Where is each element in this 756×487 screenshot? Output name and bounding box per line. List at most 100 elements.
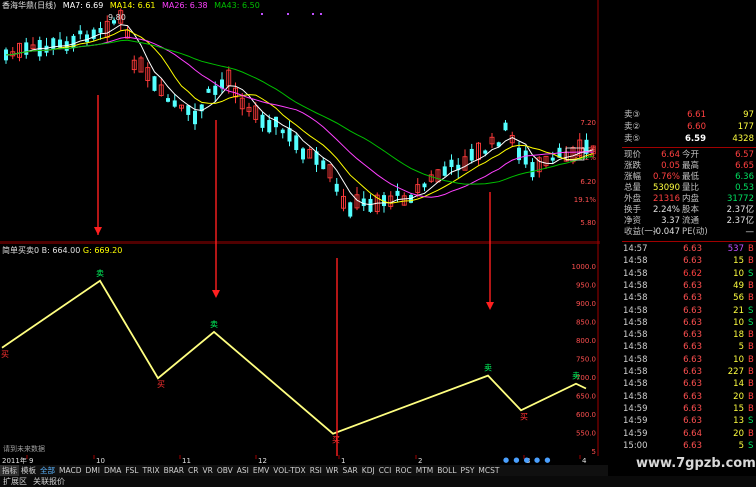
- indicator-tab[interactable]: VOL-TDX: [271, 465, 307, 476]
- indicator-tab[interactable]: ROC: [393, 465, 413, 476]
- trade-direction: B: [748, 280, 754, 291]
- trade-tick-row: 14:58 6.63 15 B: [622, 255, 756, 267]
- indicator-title-bar: 简单买卖0 B: 664.00 G: 669.20: [2, 245, 122, 256]
- candle-body: [280, 129, 285, 134]
- stat-value: 3.37: [661, 216, 680, 226]
- indicator-tab[interactable]: PSY: [459, 465, 477, 476]
- indicator-axis-label: 950.0: [576, 282, 596, 290]
- trade-volume: 14: [733, 379, 744, 390]
- stat-label: 涨跌: [624, 161, 642, 171]
- indicator-tab[interactable]: KDJ: [360, 465, 377, 476]
- trade-direction: B: [748, 330, 754, 341]
- indicator-tab[interactable]: TRIX: [140, 465, 161, 476]
- ma7-line: [5, 24, 594, 206]
- trade-direction: B: [748, 256, 754, 267]
- trade-time: 14:58: [623, 268, 648, 279]
- event-marker: [261, 13, 263, 15]
- order-book-row[interactable]: 卖② 6.60 177: [622, 122, 756, 133]
- candle-body: [172, 100, 177, 107]
- trade-tick-row: 14:58 6.63 10 B: [622, 354, 756, 366]
- order-level-label: 卖⑤: [624, 134, 641, 144]
- order-book-row[interactable]: 卖⑤ 6.59 4328: [622, 134, 756, 145]
- indicator-tab[interactable]: FSL: [123, 465, 140, 476]
- indicator-tab-bar: 指标 模板 全部 MACD DMI DMA FSL TRIX BRAR CR VR OBV ASI EMV…: [0, 465, 608, 476]
- indicator-tab[interactable]: BOLL: [435, 465, 458, 476]
- date-axis-label: 10: [96, 457, 105, 465]
- stat-label: 今开: [682, 150, 700, 160]
- stat-label: PE(动): [682, 227, 708, 237]
- stat-value: 6.36: [735, 172, 754, 182]
- stat-value: 53090: [652, 183, 680, 193]
- trade-price: 6.63: [683, 317, 702, 328]
- candle-body: [85, 34, 89, 42]
- ma26-value: MA26: 6.38: [162, 1, 208, 10]
- indicator-tab[interactable]: MACD: [57, 465, 83, 476]
- trade-volume: 10: [733, 354, 744, 365]
- indicator-tab[interactable]: CR: [186, 465, 200, 476]
- trade-time: 14:58: [623, 391, 648, 402]
- indicator-axis-label: 900.0: [576, 300, 596, 308]
- indicator-tab[interactable]: ASI: [235, 465, 251, 476]
- candle-body: [348, 202, 353, 217]
- stat-label: 现价: [624, 150, 642, 160]
- quote-panel: 卖③ 6.61 97 卖② 6.60 177 卖⑤ 6.59 4328 现价 6.64 今开 6.57 涨…: [622, 110, 756, 465]
- quote-stat-row: 涨幅 0.76% 最低 6.36: [622, 172, 756, 183]
- quote-stat-row: 总量 53090 量比 0.53: [622, 183, 756, 194]
- stat-value: 6.57: [735, 150, 754, 160]
- candle-body: [483, 150, 488, 154]
- indicator-tab[interactable]: 指标: [0, 465, 19, 476]
- trade-tick-row: 14:58 6.63 49 B: [622, 280, 756, 292]
- trade-volume: 10: [733, 268, 744, 279]
- indicator-chart[interactable]: 1000.0950.0900.0850.0800.0750.0700.0650.…: [0, 243, 600, 456]
- indicator-tab[interactable]: MCST: [476, 465, 501, 476]
- candlestick-chart[interactable]: 7.206.5938.2%6.2019.1%5.80: [0, 0, 600, 243]
- panel-separator: [622, 241, 756, 242]
- panel-separator: [622, 147, 756, 148]
- indicator-tab[interactable]: SAR: [341, 465, 360, 476]
- bottom-tab[interactable]: 扩展区: [0, 476, 30, 487]
- trade-tick-row: 14:59 6.63 15 B: [622, 403, 756, 415]
- candle-body: [368, 198, 373, 212]
- candle-body: [321, 160, 326, 170]
- indicator-tab[interactable]: DMA: [102, 465, 123, 476]
- signal-arrow-head: [94, 227, 102, 235]
- trade-direction: B: [748, 428, 754, 439]
- order-volume: 97: [743, 110, 754, 120]
- order-book-row[interactable]: 卖③ 6.61 97: [622, 110, 756, 121]
- ma26-line: [5, 36, 594, 198]
- trade-volume: 227: [727, 367, 744, 377]
- quote-stat-row: 净资 3.37 流通 2.37亿: [622, 216, 756, 227]
- trade-direction: B: [748, 293, 754, 304]
- indicator-tab[interactable]: 全部: [38, 465, 57, 476]
- candle-body: [523, 150, 528, 165]
- stat-value: 6.65: [735, 161, 754, 171]
- indicator-tab[interactable]: 模板: [19, 465, 38, 476]
- indicator-tab[interactable]: VR: [200, 465, 214, 476]
- indicator-axis-label: 750.0: [576, 356, 596, 364]
- trade-time: 14:58: [623, 342, 648, 353]
- pager-dots[interactable]: ● ● ● ● ●: [503, 456, 551, 464]
- indicator-tab[interactable]: CCI: [377, 465, 394, 476]
- indicator-tab[interactable]: WR: [324, 465, 341, 476]
- price-axis-label: 19.1%: [574, 196, 597, 204]
- indicator-tab[interactable]: EMV: [251, 465, 271, 476]
- trade-direction: S: [748, 416, 754, 427]
- bottom-tab[interactable]: 关联报价: [30, 476, 68, 487]
- candle-body: [395, 190, 400, 196]
- zigzag-line: [1, 279, 587, 435]
- indicator-axis-label: 850.0: [576, 319, 596, 327]
- indicator-tab[interactable]: RSI: [308, 465, 324, 476]
- indicator-axis-label: 1000.0: [572, 263, 597, 271]
- indicator-tab[interactable]: BRAR: [162, 465, 186, 476]
- date-axis-label: 2: [418, 457, 422, 465]
- indicator-tab[interactable]: MTM: [414, 465, 436, 476]
- candle-body: [442, 166, 447, 176]
- trade-tick-row: 14:58 6.62 10 S: [622, 268, 756, 280]
- signal-arrow-head: [212, 290, 220, 298]
- indicator-tab[interactable]: OBV: [215, 465, 235, 476]
- indicator-g-value: G: 669.20: [82, 246, 123, 255]
- trade-tick-row: 14:59 6.63 13 S: [622, 415, 756, 427]
- order-price: 6.59: [685, 134, 706, 144]
- indicator-name: 简单买卖0: [2, 246, 40, 255]
- indicator-tab[interactable]: DMI: [83, 465, 101, 476]
